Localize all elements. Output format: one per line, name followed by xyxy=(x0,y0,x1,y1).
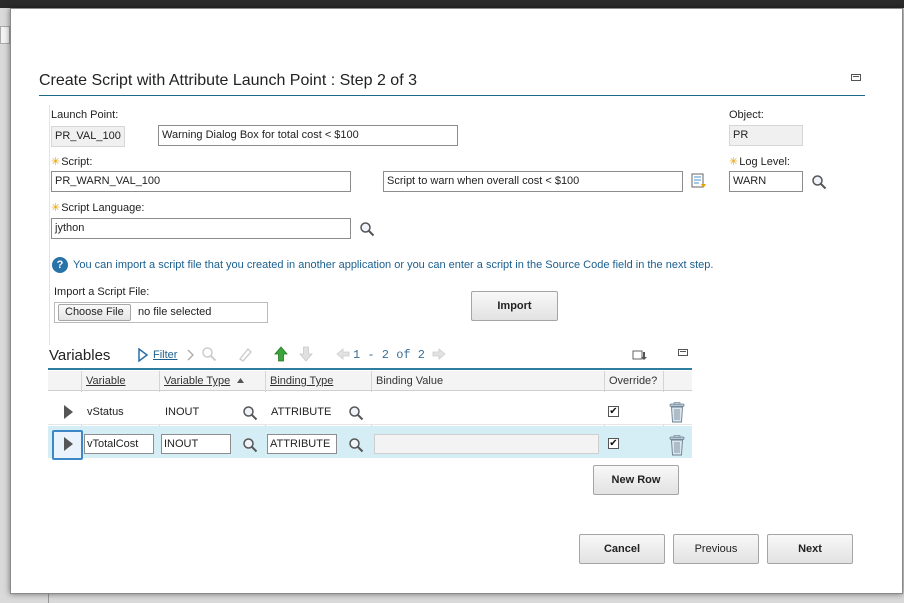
download-icon[interactable] xyxy=(632,348,648,362)
launch-point-field: PR_VAL_100 xyxy=(51,126,125,147)
binding-type-search-icon[interactable] xyxy=(348,405,364,421)
column-header-variable[interactable]: Variable xyxy=(86,375,126,387)
move-down-arrow-icon xyxy=(299,346,313,362)
table-minimize-icon[interactable] xyxy=(678,349,688,356)
variable-input[interactable]: vTotalCost xyxy=(84,434,154,454)
background-search-icon xyxy=(0,26,10,44)
pager-text: 1 - 2 of 2 xyxy=(353,348,426,362)
binding-value-input xyxy=(374,434,599,454)
info-icon: ? xyxy=(52,257,68,273)
delete-row-trash-icon[interactable] xyxy=(668,435,686,456)
delete-row-trash-icon[interactable] xyxy=(668,402,686,423)
row-variable: vStatus xyxy=(87,406,124,418)
cancel-button[interactable]: Cancel xyxy=(579,534,665,564)
import-file-label: Import a Script File: xyxy=(54,286,150,298)
table-row xyxy=(48,392,692,425)
browser-top-bar xyxy=(0,0,904,8)
log-level-field[interactable]: WARN xyxy=(729,171,803,192)
binding-type-search-icon[interactable] xyxy=(348,437,364,453)
override-checkbox[interactable]: ✔ xyxy=(608,438,619,449)
previous-page-icon xyxy=(336,348,350,360)
table-header xyxy=(48,371,692,391)
choose-file-button[interactable]: Choose File xyxy=(58,304,131,321)
move-up-arrow-icon[interactable] xyxy=(274,346,288,362)
script-language-label-text: Script Language: xyxy=(61,202,145,214)
script-language-label: ✳Script Language: xyxy=(51,201,144,214)
binding-type-input[interactable]: ATTRIBUTE xyxy=(267,434,337,454)
column-header-override: Override? xyxy=(609,375,658,387)
previous-button[interactable]: Previous xyxy=(673,534,759,564)
next-button[interactable]: Next xyxy=(767,534,853,564)
required-star-icon: ✳ xyxy=(51,156,61,168)
log-level-search-icon[interactable] xyxy=(811,174,827,190)
script-language-search-icon[interactable] xyxy=(359,221,375,237)
next-page-icon xyxy=(432,348,446,360)
new-row-button[interactable]: New Row xyxy=(593,465,679,495)
table-top-rule xyxy=(48,368,692,370)
variable-type-input[interactable]: INOUT xyxy=(161,434,231,454)
script-label-text: Script: xyxy=(61,156,93,168)
filter-link[interactable]: Filter xyxy=(153,349,177,361)
section-divider xyxy=(49,105,50,345)
log-level-label: ✳Log Level: xyxy=(729,155,790,168)
column-header-binding-value: Binding Value xyxy=(376,375,444,387)
create-script-dialog: Create Script with Attribute Launch Poin… xyxy=(10,8,903,594)
script-label: ✳Script: xyxy=(51,155,92,168)
long-description-icon[interactable] xyxy=(690,172,708,190)
info-message: You can import a script file that you cr… xyxy=(73,259,714,271)
object-field: PR xyxy=(729,125,803,146)
required-star-icon: ✳ xyxy=(51,202,61,214)
script-language-field[interactable]: jython xyxy=(51,218,351,239)
log-level-label-text: Log Level: xyxy=(739,156,790,168)
title-divider xyxy=(39,95,865,96)
script-field[interactable]: PR_WARN_VAL_100 xyxy=(51,171,351,192)
variable-type-search-icon[interactable] xyxy=(242,405,258,421)
object-label: Object: xyxy=(729,109,764,121)
launch-point-label: Launch Point: xyxy=(51,109,119,121)
import-button[interactable]: Import xyxy=(471,291,558,321)
row-expand-icon[interactable] xyxy=(64,437,73,451)
dialog-title: Create Script with Attribute Launch Poin… xyxy=(39,72,417,89)
launch-point-description-field[interactable]: Warning Dialog Box for total cost < $100 xyxy=(158,125,458,146)
clear-filter-icon xyxy=(238,347,252,362)
script-description-field[interactable]: Script to warn when overall cost < $100 xyxy=(383,171,683,192)
variable-type-search-icon[interactable] xyxy=(242,437,258,453)
required-star-icon: ✳ xyxy=(729,156,739,168)
dialog-minimize-icon[interactable] xyxy=(851,74,861,81)
override-checkbox[interactable]: ✔ xyxy=(608,406,619,417)
row-variable-type: INOUT xyxy=(165,406,200,418)
column-header-variable-type[interactable]: Variable Type xyxy=(164,375,230,387)
row-binding-type: ATTRIBUTE xyxy=(271,406,332,418)
variables-title: Variables xyxy=(49,347,111,364)
file-input[interactable]: Choose File no file selected xyxy=(54,302,268,323)
file-status: no file selected xyxy=(138,306,212,318)
filter-arrow-icon[interactable] xyxy=(137,348,149,362)
row-expand-icon[interactable] xyxy=(64,405,73,419)
sort-ascending-icon xyxy=(237,378,244,383)
column-header-binding-type[interactable]: Binding Type xyxy=(270,375,333,387)
filter-chevron-icon xyxy=(187,349,194,361)
find-icon xyxy=(202,347,217,362)
